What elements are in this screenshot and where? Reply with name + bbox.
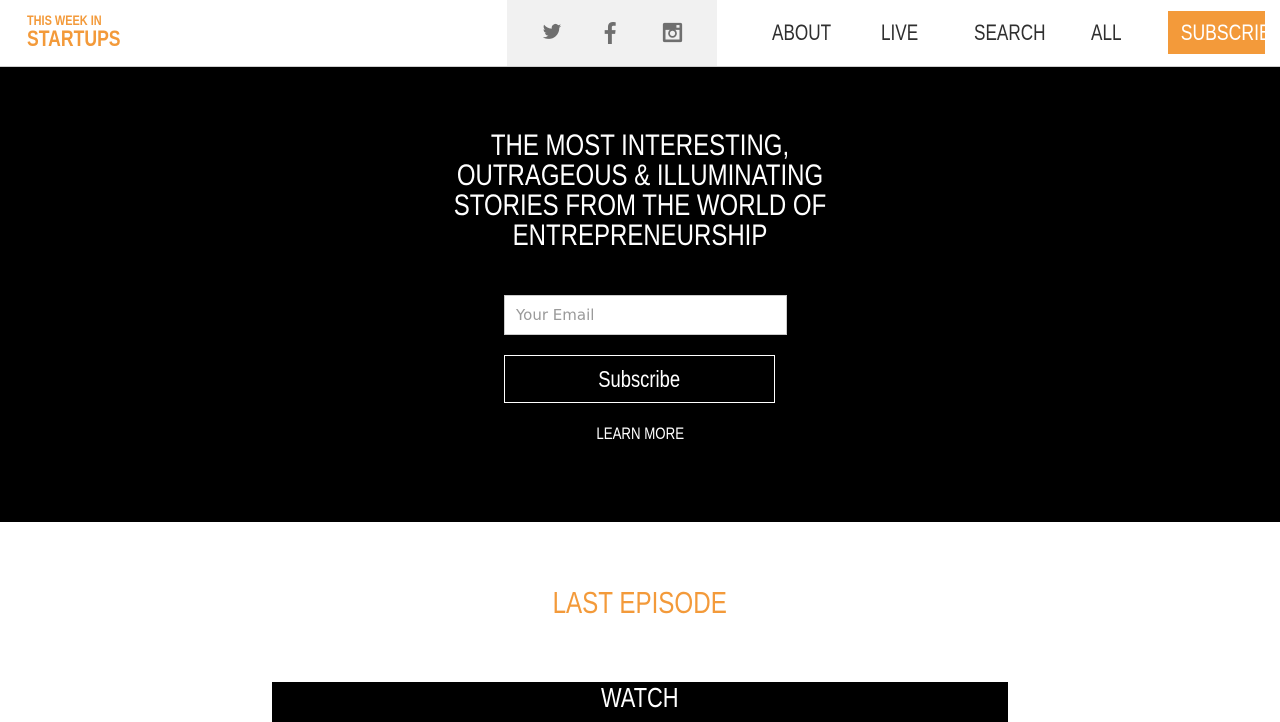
logo-line-1: THIS WEEK IN (27, 12, 102, 28)
learn-more-label: Learn More (596, 424, 684, 443)
last-episode-title-text: Last Episode (552, 585, 728, 620)
header-subscribe-label: Subscribe (1180, 20, 1265, 45)
facebook-icon[interactable] (603, 22, 627, 44)
logo-line-2: STARTUPS (27, 26, 121, 51)
header-subscribe-button[interactable]: Subscribe (1168, 11, 1265, 54)
social-links (507, 0, 717, 66)
hero-headline: THE MOST INTERESTING, OUTRAGEOUS & ILLUM… (453, 129, 827, 252)
learn-more-link[interactable]: Learn More (540, 424, 740, 444)
twitter-icon[interactable] (541, 22, 565, 44)
hero-section: THE MOST INTERESTING, OUTRAGEOUS & ILLUM… (0, 67, 1280, 522)
instagram-icon[interactable] (662, 22, 686, 44)
email-field[interactable] (504, 295, 787, 335)
watch-label-text: Watch (601, 682, 679, 713)
nav-all[interactable]: All (1091, 20, 1122, 46)
episode-video[interactable]: Watch (272, 682, 1008, 722)
nav-about[interactable]: About (772, 20, 831, 46)
watch-label: Watch (272, 682, 1008, 714)
site-logo[interactable]: THIS WEEK IN STARTUPS (27, 13, 144, 50)
nav-live[interactable]: Live (881, 20, 918, 46)
hero-subscribe-label: Subscribe (598, 366, 681, 392)
last-episode-title: Last Episode (440, 585, 840, 621)
nav-search[interactable]: Search (974, 20, 1046, 46)
hero-subscribe-button[interactable]: Subscribe (504, 355, 775, 403)
site-header: THIS WEEK IN STARTUPS About Live Search … (0, 0, 1280, 67)
